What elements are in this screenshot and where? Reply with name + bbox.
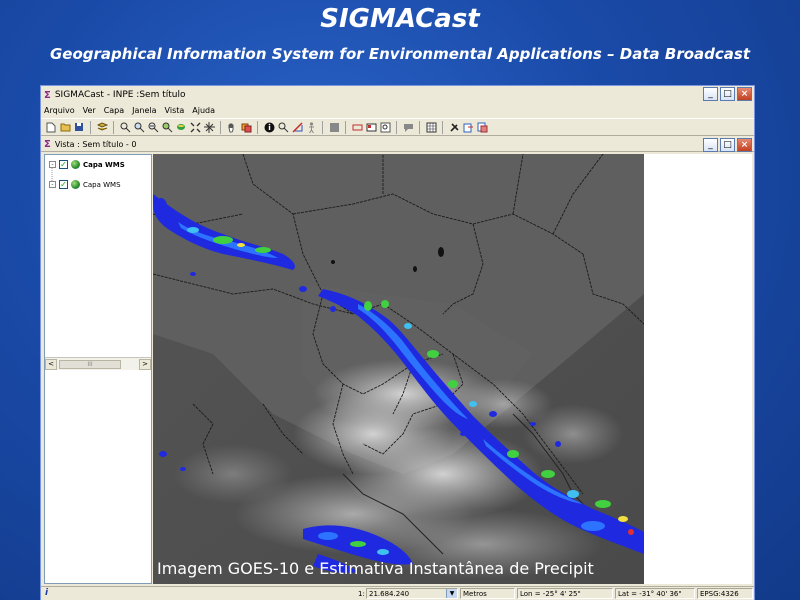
toolbar-separator [220,120,221,134]
chevron-down-icon[interactable]: ▼ [446,589,457,598]
export-icon[interactable] [462,121,474,133]
window-controls: _ □ × [703,87,752,101]
toolbar-separator [322,120,323,134]
menu-vista[interactable]: Vista [165,106,185,115]
scale-value: 21.684.240 [369,589,410,598]
toolbar-separator [345,120,346,134]
layer-label[interactable]: Capa WMS [83,161,125,169]
figure-icon[interactable] [305,121,317,133]
layer-add-icon[interactable] [240,121,252,133]
status-info-icon: i [45,588,49,598]
scroll-thumb[interactable]: III [59,359,121,369]
zoom-in-icon[interactable] [133,121,145,133]
comment-icon[interactable] [402,121,414,133]
map-empty-area[interactable] [644,154,752,584]
tree-collapse-icon[interactable]: - [49,181,56,188]
grid-icon[interactable] [425,121,437,133]
map-canvas[interactable]: Imagem GOES-10 e Estimativa Instantânea … [153,154,644,584]
view-minimize-button[interactable]: _ [703,138,718,152]
minimize-button[interactable]: _ [703,87,718,101]
toolbar-separator [113,120,114,134]
zoom-layer-icon[interactable] [161,121,173,133]
full-extent-icon[interactable] [189,121,201,133]
maximize-button[interactable]: □ [720,87,735,101]
satellite-image [153,154,644,584]
scroll-left-icon[interactable]: < [45,358,57,370]
gray-box-icon[interactable] [328,121,340,133]
slide-title: SIGMACast [320,4,480,34]
map-caption: Imagem GOES-10 e Estimativa Instantânea … [157,559,594,578]
longitude-field: Lon = -25° 4' 25" [517,588,613,599]
move-icon[interactable] [203,121,215,133]
layer-checkbox[interactable]: ✓ [59,160,68,169]
layer-panel-hscroll[interactable]: < III > [45,357,151,370]
menu-ajuda[interactable]: Ajuda [192,106,215,115]
tools-icon[interactable] [448,121,460,133]
select-icon[interactable] [175,121,187,133]
scroll-right-icon[interactable]: > [139,358,151,370]
zoom-extent-icon[interactable] [119,121,131,133]
toolbar-separator [257,120,258,134]
tree-collapse-icon[interactable]: - [49,161,56,168]
menu-capa[interactable]: Capa [104,106,124,115]
new-file-icon[interactable] [45,121,57,133]
toolbar-separator [90,120,91,134]
latitude-field: Lat = -31° 40' 36" [615,588,695,599]
save-icon[interactable] [73,121,85,133]
toolbar [41,118,754,136]
view-close-button[interactable]: × [737,138,752,152]
layer-tree: - ✓ Capa WMS - ✓ Capa WMS [45,155,151,357]
view-title: Vista : Sem título - 0 [54,139,137,149]
layer-item[interactable]: - ✓ Capa WMS [49,180,121,189]
scale-select[interactable]: 21.684.240 ▼ [366,588,458,599]
view-titlebar[interactable]: Σ Vista : Sem título - 0 _ □ × [41,137,754,152]
rectangle-icon[interactable] [351,121,363,133]
layer-item[interactable]: - ✓ Capa WMS [49,160,125,169]
wms-layer-icon [71,180,80,189]
units-field: Metros [460,588,515,599]
scroll-grip-icon: III [87,360,93,368]
layer-panel: - ✓ Capa WMS - ✓ Capa WMS < III > [44,154,152,584]
close-button[interactable]: × [737,87,752,101]
menubar: Arquivo Ver Capa Janela Vista Ajuda [41,104,754,117]
layer-checkbox[interactable]: ✓ [59,180,68,189]
zoom-out-icon[interactable] [147,121,159,133]
menu-arquivo[interactable]: Arquivo [44,106,75,115]
menu-ver[interactable]: Ver [83,106,96,115]
app-window: Σ SIGMACast - INPE :Sem título _ □ × Arq… [40,85,755,600]
wms-layer-icon [71,160,80,169]
app-titlebar[interactable]: Σ SIGMACast - INPE :Sem título _ □ × [41,86,754,104]
pan-hand-icon[interactable] [226,121,238,133]
layer-label[interactable]: Capa WMS [83,181,121,189]
locate-icon[interactable] [277,121,289,133]
view-logo-icon: Σ [44,138,51,150]
menu-janela[interactable]: Janela [132,106,156,115]
measure-icon[interactable] [291,121,303,133]
app-logo-icon: Σ [44,89,51,101]
slide-subtitle: Geographical Information System for Envi… [49,45,750,63]
open-folder-icon[interactable] [59,121,71,133]
zoom-box-icon[interactable] [379,121,391,133]
toolbar-separator [442,120,443,134]
print-icon[interactable] [476,121,488,133]
table-icon[interactable] [365,121,377,133]
statusbar: i 1: 21.684.240 ▼ Metros Lon = -25° 4' 2… [41,586,754,600]
toolbar-separator [419,120,420,134]
app-title: SIGMACast - INPE :Sem título [54,90,186,100]
info-icon[interactable] [263,121,275,133]
epsg-field: EPSG:4326 [697,588,753,599]
view-maximize-button[interactable]: □ [720,138,735,152]
view-window-controls: _ □ × [703,138,752,152]
layers-icon[interactable] [96,121,108,133]
toolbar-separator [396,120,397,134]
